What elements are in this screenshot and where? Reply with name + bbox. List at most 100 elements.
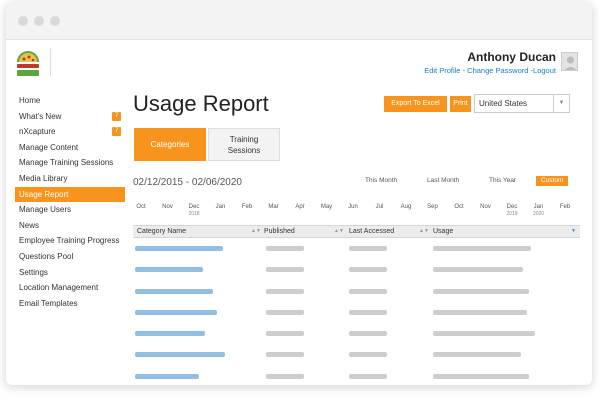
filter-this-month[interactable]: This Month bbox=[365, 176, 397, 186]
timeline-month-label: May bbox=[320, 204, 333, 210]
table-row[interactable] bbox=[133, 281, 580, 302]
timeline-year-label: 2019 bbox=[506, 211, 518, 217]
tab-categories[interactable]: Categories bbox=[134, 128, 206, 161]
timeline-month: Dec 2018 bbox=[182, 203, 206, 217]
timeline-month: Nov bbox=[156, 203, 180, 211]
table-row[interactable] bbox=[133, 302, 580, 323]
tab-training-sessions-label: Training Sessions bbox=[227, 135, 261, 155]
sidebar-item-manage-training-sessions[interactable]: Manage Training Sessions bbox=[15, 155, 125, 171]
category-name-cell[interactable] bbox=[135, 352, 225, 358]
category-name-cell[interactable] bbox=[135, 288, 213, 294]
sidebar-item-news[interactable]: News bbox=[15, 218, 125, 234]
user-name: Anthony Ducan bbox=[467, 50, 556, 64]
timeline-month-label: Jul bbox=[375, 204, 384, 210]
sidebar-item-media-library[interactable]: Media Library bbox=[15, 171, 125, 187]
sidebar-item-home[interactable]: Home bbox=[15, 93, 125, 109]
notification-badge: 7 bbox=[112, 127, 121, 137]
filter-last-month[interactable]: Last Month bbox=[427, 176, 459, 186]
change-password-link[interactable]: Change Password bbox=[467, 66, 528, 75]
category-name-cell[interactable] bbox=[135, 246, 223, 251]
category-name-cell[interactable] bbox=[135, 309, 217, 315]
timeline-month-label: Feb bbox=[559, 204, 571, 210]
filter-this-year[interactable]: This Year bbox=[489, 176, 516, 186]
tab-training-sessions[interactable]: Training Sessions bbox=[208, 128, 280, 161]
timeline-month: Oct bbox=[447, 203, 471, 211]
category-name-cell[interactable] bbox=[135, 331, 205, 337]
sidebar-item-label: Manage Users bbox=[19, 205, 72, 215]
sidebar-item-nxcapture[interactable]: nXcapture 7 bbox=[15, 124, 125, 140]
sidebar-item-manage-users[interactable]: Manage Users bbox=[15, 202, 125, 218]
table-row[interactable] bbox=[133, 259, 580, 280]
timeline-month-label: Aug bbox=[400, 204, 412, 210]
published-cell bbox=[266, 288, 304, 294]
export-excel-button[interactable]: Export To Excel bbox=[384, 96, 447, 112]
timeline-month: Jun bbox=[341, 203, 365, 211]
last-accessed-cell bbox=[349, 373, 387, 379]
sidebar-item-label: Employee Training Progress bbox=[19, 236, 120, 246]
logo-divider bbox=[50, 48, 51, 76]
sidebar-item-label: Location Management bbox=[19, 283, 99, 293]
usage-cell bbox=[433, 352, 521, 358]
column-header-published[interactable]: Published bbox=[264, 226, 295, 237]
sidebar-item-questions-pool[interactable]: Questions Pool bbox=[15, 249, 125, 265]
sort-icon[interactable]: ▲▼ bbox=[334, 226, 344, 237]
chevron-down-icon[interactable]: ▼ bbox=[553, 95, 569, 112]
sort-icon[interactable]: ▲▼ bbox=[419, 226, 429, 237]
timeline-month-label: Dec bbox=[506, 204, 518, 210]
timeline-month-label: Sep bbox=[427, 204, 438, 210]
logout-link[interactable]: Logout bbox=[533, 66, 556, 75]
timeline-month: Feb bbox=[235, 203, 259, 211]
last-accessed-cell bbox=[349, 352, 387, 358]
column-header-last-accessed[interactable]: Last Accessed bbox=[349, 226, 394, 237]
table-row[interactable] bbox=[133, 238, 580, 259]
sidebar-item-settings[interactable]: Settings bbox=[15, 265, 125, 281]
sidebar-item-manage-content[interactable]: Manage Content bbox=[15, 140, 125, 156]
sidebar-item-label: Email Templates bbox=[19, 298, 78, 308]
timeline-month-label: Nov bbox=[162, 204, 173, 210]
table-row[interactable] bbox=[133, 323, 580, 344]
table-row[interactable] bbox=[133, 366, 580, 385]
browser-window: Anthony Ducan Edit Profile - Change Pass… bbox=[6, 2, 592, 385]
column-header-usage[interactable]: Usage bbox=[433, 226, 453, 237]
timeline-month-label: Oct bbox=[136, 204, 146, 210]
timeline-month-label: Oct bbox=[454, 204, 464, 210]
timeline-month-label: Apr bbox=[295, 204, 305, 210]
sidebar-item-what-s-new[interactable]: What's New 7 bbox=[15, 109, 125, 125]
last-accessed-cell bbox=[349, 309, 387, 315]
table-row[interactable] bbox=[133, 344, 580, 365]
published-cell bbox=[266, 373, 304, 379]
sidebar-item-employee-training-progress[interactable]: Employee Training Progress bbox=[15, 233, 125, 249]
pizza-logo[interactable] bbox=[14, 48, 42, 78]
timeline-month-label: Nov bbox=[480, 204, 491, 210]
edit-profile-link[interactable]: Edit Profile bbox=[424, 66, 460, 75]
timeline-month: May bbox=[315, 203, 339, 211]
last-accessed-cell bbox=[349, 331, 387, 337]
user-links: Edit Profile - Change Password -Logout bbox=[424, 66, 556, 75]
window-close-dot[interactable] bbox=[18, 16, 28, 26]
window-minimize-dot[interactable] bbox=[34, 16, 44, 26]
timeline-slider[interactable]: Oct Nov Dec 2018 Jan Feb Mar Apr May Jun Jul Aug Sep… bbox=[133, 203, 573, 223]
usage-cell bbox=[433, 288, 529, 294]
category-name-cell[interactable] bbox=[135, 267, 203, 273]
country-select[interactable]: United States ▼ bbox=[474, 94, 570, 113]
last-accessed-cell bbox=[349, 267, 387, 273]
filter-custom[interactable]: Custom bbox=[536, 176, 569, 186]
sidebar-nav: Home What's New 7 nXcapture 7 Manage Content M… bbox=[15, 93, 125, 311]
print-button[interactable]: Print bbox=[450, 96, 471, 112]
sidebar-item-label: nXcapture bbox=[19, 127, 56, 137]
user-avatar-icon[interactable] bbox=[561, 52, 578, 71]
sidebar-item-location-management[interactable]: Location Management bbox=[15, 280, 125, 296]
sidebar-item-usage-report[interactable]: Usage Report bbox=[15, 186, 125, 203]
column-header-category-name[interactable]: Category Name bbox=[137, 226, 186, 237]
table-body bbox=[133, 238, 580, 385]
sidebar-item-label: Manage Training Sessions bbox=[19, 158, 114, 168]
sidebar-item-label: Settings bbox=[19, 267, 48, 277]
sort-desc-icon[interactable]: ▼ bbox=[571, 226, 576, 237]
sidebar-item-label: News bbox=[19, 220, 40, 230]
sidebar-item-email-templates[interactable]: Email Templates bbox=[15, 296, 125, 312]
window-maximize-dot[interactable] bbox=[50, 16, 60, 26]
sidebar-item-label: Manage Content bbox=[19, 142, 79, 152]
sort-icon[interactable]: ▲▼ bbox=[251, 226, 261, 237]
timeline-month-label: Jan bbox=[533, 204, 544, 210]
category-name-cell[interactable] bbox=[135, 373, 199, 379]
